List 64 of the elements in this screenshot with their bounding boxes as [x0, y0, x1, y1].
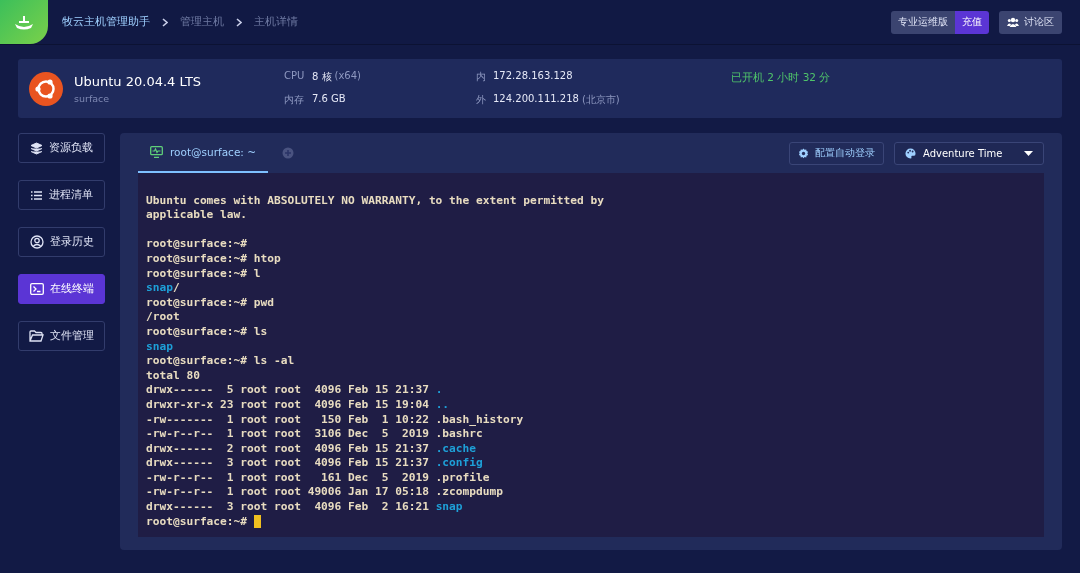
memory-value: 7.6 GB: [312, 93, 346, 106]
terminal-line: drwxr-xr-x 23 root root 4096 Feb 15 19:04 ..: [146, 397, 450, 413]
edition-button[interactable]: 专业运维版: [891, 10, 955, 34]
terminal-line: root@surface:~# ls: [146, 324, 268, 340]
sidebar-item[interactable]: 文件管理: [18, 321, 105, 351]
terminal-line: applicable law.: [146, 208, 248, 223]
layers-icon: [30, 141, 43, 155]
forum-button[interactable]: 讨论区: [999, 10, 1062, 34]
terminal-line: root@surface:~# ls -al: [146, 354, 295, 369]
os-name: Ubuntu 20.04.4 LTS: [74, 73, 202, 89]
terminal-line: -rw------- 1 root root 150 Feb 1 10:22 .bash_history: [146, 412, 524, 428]
ip-location: (北京市): [581, 93, 620, 107]
terminal-line: drwx------ 2 root root 4096 Feb 15 21:37 .cache: [146, 441, 477, 457]
gear-icon: [798, 147, 809, 159]
memory-label: 内存: [284, 93, 305, 107]
users-icon: [1007, 17, 1019, 27]
folder-icon: [29, 330, 44, 342]
recharge-button[interactable]: 充值: [955, 10, 989, 34]
terminal-line: snap/: [146, 281, 180, 296]
terminal-prompt: root@surface:~#: [146, 514, 249, 530]
terminal-line: Ubuntu comes with ABSOLUTELY NO WARRANTY, to the extent permitted by: [146, 193, 604, 209]
outer-ip-label: 外: [476, 93, 486, 107]
terminal-line: -rw-r--r-- 1 root root 161 Dec 5 2019 .profile: [146, 470, 490, 486]
terminal-line: root@surface:~# htop: [146, 251, 281, 267]
uptime-text: 已开机 2 小时 32 分: [731, 70, 831, 85]
user-icon: [29, 235, 44, 249]
inner-ip: 172.28.163.128: [493, 70, 573, 83]
terminal-line: root@surface:~# l: [146, 266, 261, 282]
terminal-line: -rw-r--r-- 1 root root 3106 Dec 5 2019 .bashrc: [146, 427, 483, 442]
terminal-screen[interactable]: [138, 173, 1044, 537]
terminal-line: snap: [146, 339, 173, 355]
terminal-line: root@surface:~# pwd: [146, 295, 274, 311]
ubuntu-logo-icon: [28, 70, 64, 107]
terminal-line: -rw-r--r-- 1 root root 49006 Jan 17 05:18 .zcompdump: [146, 485, 503, 501]
sidebar-item[interactable]: 进程清单: [18, 180, 105, 210]
hostname: surface: [74, 92, 111, 104]
cpu-arch: (x64): [334, 70, 361, 83]
palette-icon: [905, 147, 916, 159]
auto-login-button[interactable]: 配置自动登录: [789, 141, 884, 165]
breadcrumb-link[interactable]: 管理主机: [180, 15, 224, 29]
theme-select[interactable]: Adventure Time: [894, 141, 1044, 165]
monitor-icon: [150, 146, 163, 158]
sidebar-item[interactable]: 在线终端: [18, 274, 105, 304]
terminal-line: drwx------ 3 root root 4096 Feb 15 21:37 .config: [146, 456, 483, 471]
terminal-line: /root: [146, 310, 180, 325]
caret-icon: [1024, 150, 1033, 156]
breadcrumb-link[interactable]: 牧云主机管理助手: [62, 15, 150, 29]
inner-ip-label: 内: [476, 70, 486, 84]
terminal-line: root@surface:~#: [146, 237, 248, 252]
chevron-icon: [236, 17, 242, 27]
list-icon: [30, 189, 43, 201]
outer-ip: 124.200.111.218: [493, 93, 579, 106]
terminal-line: total 80: [146, 368, 200, 384]
sidebar-item[interactable]: 登录历史: [18, 227, 105, 257]
cpu-value: 8 核: [312, 70, 332, 84]
cpu-label: CPU: [284, 70, 305, 83]
sidebar-item[interactable]: 资源负载: [18, 133, 105, 163]
logo-icon: [13, 14, 35, 30]
chevron-icon: [162, 17, 168, 27]
terminal-icon: [29, 283, 44, 295]
terminal-line: drwx------ 3 root root 4096 Feb 2 16:21 snap: [146, 500, 463, 515]
text-cursor: [253, 515, 261, 529]
app-logo[interactable]: [0, 0, 48, 44]
terminal-line: drwx------ 5 root root 4096 Feb 15 21:37 .: [146, 383, 443, 398]
